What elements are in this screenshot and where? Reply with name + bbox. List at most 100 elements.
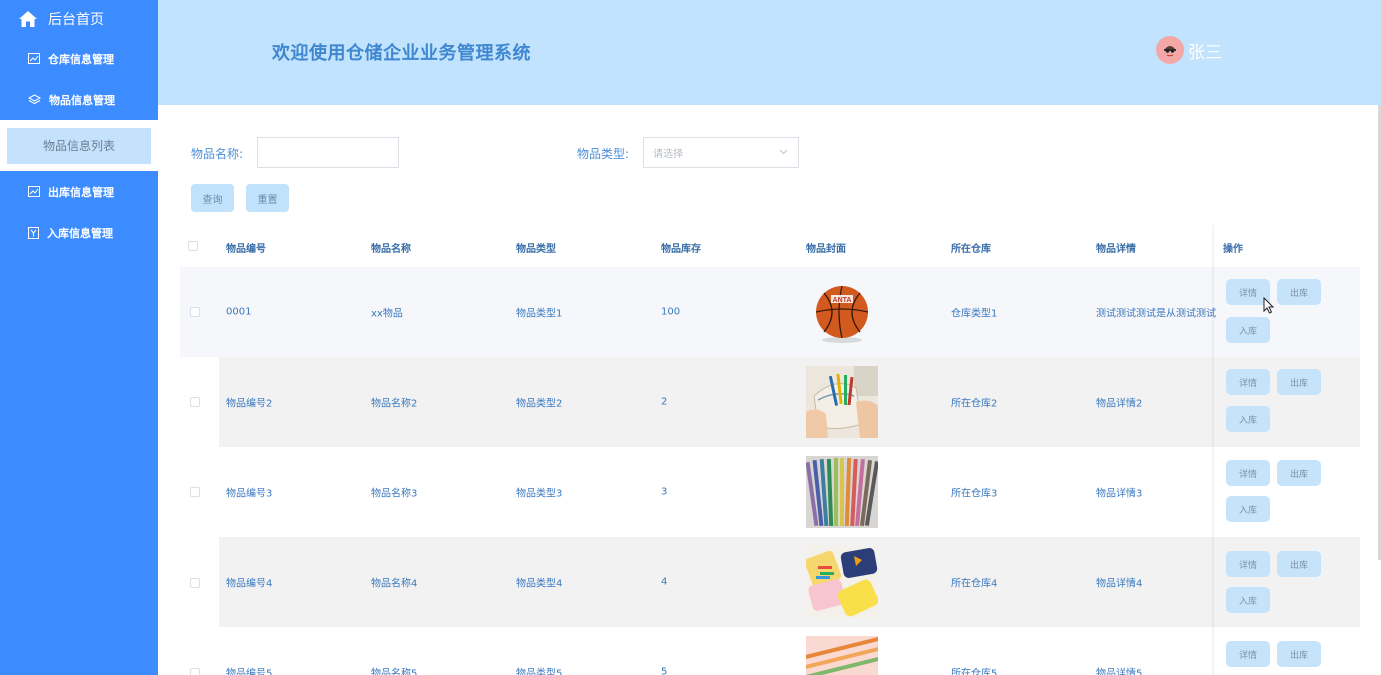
detail-button[interactable]: 详情	[1226, 460, 1270, 486]
cursor-icon	[1263, 297, 1274, 314]
row-checkbox[interactable]	[190, 487, 200, 497]
chart-icon	[28, 186, 40, 197]
table-row[interactable]: 物品编号3 物品名称3 物品类型3 3 所在仓库3 物品详情3 详情 出库 入库	[180, 447, 1360, 537]
chevron-down-icon	[779, 149, 788, 155]
layers-icon	[28, 94, 41, 105]
goods-type: 物品类型4	[516, 578, 563, 590]
sidebar-item-goods-list[interactable]: 物品信息列表	[7, 127, 151, 164]
row-checkbox[interactable]	[190, 578, 200, 588]
reset-button[interactable]: 重置	[246, 184, 289, 212]
goods-stock: 100	[661, 306, 681, 318]
goods-stock: 4	[661, 576, 668, 588]
sidebar: 后台首页 仓库信息管理 物品信息管理 物品信息列表 出库信息管理 入库信息管理	[0, 0, 158, 675]
goods-name-label: 物品名称:	[191, 147, 244, 161]
inbound-button[interactable]: 入库	[1226, 406, 1270, 432]
goods-cover-basketball: ANTA	[806, 276, 878, 348]
page-title: 欢迎使用仓储企业业务管理系统	[272, 43, 531, 64]
goods-detail: 物品详情4	[1096, 578, 1143, 590]
goods-name: 物品名称3	[371, 488, 418, 500]
outbound-button[interactable]: 出库	[1277, 369, 1321, 395]
avatar-icon	[1164, 46, 1176, 57]
username: 张三	[1188, 42, 1222, 63]
goods-type: 物品类型3	[516, 488, 563, 500]
goods-cover-pencils	[806, 636, 878, 675]
column-header: 所在仓库	[951, 244, 991, 255]
goods-warehouse: 仓库类型1	[951, 308, 998, 320]
table-header: 物品编号 物品名称 物品类型 物品库存 物品封面 所在仓库 物品详情 操作	[180, 225, 1360, 267]
sidebar-item-goods[interactable]: 物品信息管理	[0, 79, 158, 120]
goods-detail: 物品详情2	[1096, 398, 1143, 410]
sidebar-item-outbound[interactable]: 出库信息管理	[0, 171, 158, 212]
goods-name: xx物品	[371, 308, 403, 320]
goods-code: 物品编号5	[226, 668, 273, 675]
goods-name: 物品名称2	[371, 398, 418, 410]
row-checkbox[interactable]	[190, 397, 200, 407]
sidebar-item-label: 物品信息管理	[49, 93, 115, 107]
goods-warehouse: 所在仓库2	[951, 398, 998, 410]
query-button[interactable]: 查询	[191, 184, 234, 212]
document-icon	[28, 226, 39, 239]
goods-type: 物品类型1	[516, 308, 563, 320]
goods-stock: 5	[661, 666, 668, 675]
column-header: 物品名称	[371, 244, 411, 255]
detail-button[interactable]: 详情	[1226, 641, 1270, 667]
svg-text:ANTA: ANTA	[833, 297, 852, 304]
select-all-checkbox[interactable]	[188, 241, 198, 251]
row-checkbox[interactable]	[190, 307, 200, 317]
table-row[interactable]: 物品编号4 物品名称4 物品类型4 4 所在仓库4 物品详情4 详情 出库 入库	[180, 537, 1360, 627]
sidebar-item-label: 仓库信息管理	[48, 52, 114, 66]
sidebar-item-warehouse[interactable]: 仓库信息管理	[0, 38, 158, 79]
goods-type-placeholder: 请选择	[653, 149, 683, 160]
fixed-column-shadow	[1212, 225, 1215, 675]
table-row[interactable]: 0001 xx物品 物品类型1 100 ANTA 仓库类型1 测试测试测试是从测…	[180, 267, 1360, 357]
goods-cover-pencil-bags	[806, 546, 878, 618]
avatar	[1156, 36, 1184, 64]
goods-cover-pencil-case	[806, 366, 878, 438]
goods-stock: 3	[661, 486, 668, 498]
outbound-button[interactable]: 出库	[1277, 641, 1321, 667]
column-header: 物品封面	[806, 244, 846, 255]
sidebar-item-label: 出库信息管理	[48, 185, 114, 199]
column-header: 物品类型	[516, 244, 556, 255]
sidebar-home-label: 后台首页	[48, 12, 104, 28]
goods-type-select[interactable]: 请选择	[643, 137, 799, 168]
detail-button[interactable]: 详情	[1226, 551, 1270, 577]
goods-code: 物品编号2	[226, 398, 273, 410]
column-header: 物品详情	[1096, 244, 1136, 255]
table-row[interactable]: 物品编号2 物品名称2 物品类型2 2 所在仓库2 物品详情2 详情 出库 入库	[180, 357, 1360, 447]
goods-type-label: 物品类型:	[577, 147, 630, 161]
sidebar-item-inbound[interactable]: 入库信息管理	[0, 212, 158, 253]
detail-button[interactable]: 详情	[1226, 369, 1270, 395]
goods-cover-color-pens	[806, 456, 878, 528]
goods-type: 物品类型5	[516, 668, 563, 675]
goods-code: 0001	[226, 306, 252, 318]
user-menu[interactable]: 张三	[1156, 36, 1222, 64]
goods-warehouse: 所在仓库5	[951, 668, 998, 675]
goods-name: 物品名称4	[371, 578, 418, 590]
column-header: 物品库存	[661, 244, 701, 255]
column-header: 操作	[1223, 244, 1243, 255]
goods-code: 物品编号3	[226, 488, 273, 500]
table-row[interactable]: 物品编号5 物品名称5 物品类型5 5 所在仓库5 物品详情5 详情 出库	[180, 627, 1360, 675]
goods-warehouse: 所在仓库3	[951, 488, 998, 500]
row-checkbox[interactable]	[190, 668, 200, 675]
goods-warehouse: 所在仓库4	[951, 578, 998, 590]
outbound-button[interactable]: 出库	[1277, 279, 1321, 305]
goods-detail: 物品详情5	[1096, 668, 1143, 675]
goods-name-input[interactable]	[257, 137, 399, 168]
inbound-button[interactable]: 入库	[1226, 587, 1270, 613]
outbound-button[interactable]: 出库	[1277, 551, 1321, 577]
column-header: 物品编号	[226, 244, 266, 255]
header: 欢迎使用仓储企业业务管理系统 张三	[158, 0, 1381, 105]
home-icon	[19, 11, 37, 27]
sidebar-home[interactable]: 后台首页	[0, 0, 158, 38]
goods-stock: 2	[661, 396, 668, 408]
goods-detail: 物品详情3	[1096, 488, 1143, 500]
inbound-button[interactable]: 入库	[1226, 496, 1270, 522]
goods-code: 物品编号4	[226, 578, 273, 590]
goods-type: 物品类型2	[516, 398, 563, 410]
inbound-button[interactable]: 入库	[1226, 317, 1270, 343]
chart-icon	[28, 53, 40, 64]
outbound-button[interactable]: 出库	[1277, 460, 1321, 486]
goods-name: 物品名称5	[371, 668, 418, 675]
